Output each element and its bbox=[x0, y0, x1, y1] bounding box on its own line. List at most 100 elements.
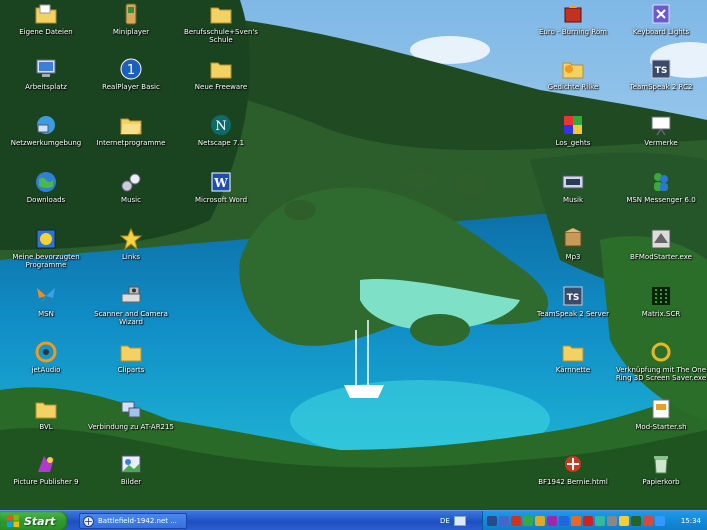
desktop-icon-label: Netzwerkumgebung bbox=[10, 139, 82, 147]
desktop-icon-label: Netscape 7.1 bbox=[197, 139, 245, 147]
tray-icon[interactable] bbox=[643, 516, 653, 526]
desktop-icon-gedichte-rilke[interactable]: Gedichte Rilke bbox=[527, 57, 619, 91]
desktop-icon-scanner-camera-wizard[interactable]: Scanner and Camera Wizard bbox=[85, 284, 177, 326]
tray-icon[interactable] bbox=[631, 516, 641, 526]
desktop-icon-netscape[interactable]: N Netscape 7.1 bbox=[175, 113, 267, 147]
desktop-icon-keyboard-lights[interactable]: Keyboard Lights bbox=[615, 2, 707, 36]
desktop-icon-label: Downloads bbox=[26, 196, 66, 204]
favorites-icon bbox=[34, 227, 58, 251]
desktop-icon-kaernnette[interactable]: Kärnnette bbox=[527, 340, 619, 374]
desktop-icon-cliparts[interactable]: Cliparts bbox=[85, 340, 177, 374]
tray-icon[interactable] bbox=[595, 516, 605, 526]
desktop-icon-realplayer[interactable]: 1 RealPlayer Basic bbox=[85, 57, 177, 91]
desktop-icon-vermerke[interactable]: Vermerke bbox=[615, 113, 707, 147]
bfmodstarter-icon bbox=[649, 227, 673, 251]
tray-icon[interactable] bbox=[523, 516, 533, 526]
desktop-icon-label: BF1942 Bernie.html bbox=[538, 478, 608, 486]
desktop-icon-burning-rom[interactable]: Euro - Burning Rom bbox=[527, 2, 619, 36]
desktop-icon-label: TeamSpeak 2 RC2 bbox=[629, 83, 693, 91]
desktop-icon-teamspeak-server[interactable]: TS TeamSpeak 2 Server bbox=[527, 284, 619, 318]
desktop-icon-downloads[interactable]: Downloads bbox=[0, 170, 92, 204]
desktop-icon-picture-publisher[interactable]: Picture Publisher 9 bbox=[0, 452, 92, 486]
desktop-icon-miniplayer[interactable]: Miniplayer bbox=[85, 2, 177, 36]
tray-icon[interactable] bbox=[535, 516, 545, 526]
desktop-icon-mp3[interactable]: Mp3 bbox=[527, 227, 619, 261]
desktop-icon-label: RealPlayer Basic bbox=[102, 83, 160, 91]
desktop-icon-label: Gedichte Rilke bbox=[547, 83, 599, 91]
desktop-icon-bfmodstarter[interactable]: BFModStarter.exe bbox=[615, 227, 707, 261]
desktop-icon-msn-messenger[interactable]: MSN Messenger 6.0 bbox=[615, 170, 707, 204]
language-bar[interactable]: DE bbox=[440, 515, 466, 527]
desktop-icon-neue-freeware[interactable]: Neue Freeware bbox=[175, 57, 267, 91]
desktop-icon-musik[interactable]: Musik bbox=[527, 170, 619, 204]
start-button[interactable]: Start bbox=[0, 511, 68, 530]
folder-documents-icon bbox=[34, 2, 58, 26]
tray-icon[interactable] bbox=[499, 516, 509, 526]
star-icon bbox=[119, 227, 143, 251]
recycle-bin-icon bbox=[649, 452, 673, 476]
desktop-icon-label: Picture Publisher 9 bbox=[13, 478, 79, 486]
desktop-icon-one-ring-screensaver[interactable]: Verknüpfung mit The One Ring 3D Screen S… bbox=[615, 340, 707, 382]
word-icon: W bbox=[209, 170, 233, 194]
desktop-icon-label: Neue Freeware bbox=[194, 83, 248, 91]
desktop-icon-label: Verbindung zu AT-AR215 bbox=[88, 423, 174, 431]
desktop-icon-microsoft-word[interactable]: W Microsoft Word bbox=[175, 170, 267, 204]
miniplayer-icon bbox=[119, 2, 143, 26]
browser-icon bbox=[83, 515, 94, 527]
desktop-icon-label: MSN bbox=[38, 310, 54, 318]
desktop-icon-internetprogramme[interactable]: Internetprogramme bbox=[85, 113, 177, 147]
svg-text:W: W bbox=[213, 176, 228, 190]
desktop-icon-jetaudio[interactable]: jetAudio bbox=[0, 340, 92, 374]
taskbar-clock[interactable]: 15:34 bbox=[681, 517, 701, 525]
desktop-icon-label: Miniplayer bbox=[112, 28, 150, 36]
desktop-icon-eigene-dateien[interactable]: Eigene Dateien bbox=[0, 2, 92, 36]
desktop-icon-papierkorb[interactable]: Papierkorb bbox=[615, 452, 707, 486]
desktop-icon-bf1942-bernie[interactable]: BF1942 Bernie.html bbox=[527, 452, 619, 486]
desktop-icon-label: Berufsschule+Sven's Schule bbox=[184, 28, 258, 44]
desktop-icon-netzwerkumgebung[interactable]: Netzwerkumgebung bbox=[0, 113, 92, 147]
desktop-icon-berufsschule[interactable]: Berufsschule+Sven's Schule bbox=[175, 2, 267, 44]
desktop-icon-matrix-scr[interactable]: Matrix.SCR bbox=[615, 284, 707, 318]
desktop-icon-bvl[interactable]: BVL bbox=[0, 397, 92, 431]
desktop-icon-meine-bevorzugten-programme[interactable]: Meine bevorzugten Programme bbox=[0, 227, 92, 269]
keyboard-icon[interactable] bbox=[453, 516, 466, 526]
desktop-icon-label: Euro - Burning Rom bbox=[539, 28, 607, 36]
desktop-icon-arbeitsplatz[interactable]: Arbeitsplatz bbox=[0, 57, 92, 91]
desktop-icon-label: Scanner and Camera Wizard bbox=[94, 310, 168, 326]
tray-icon[interactable] bbox=[571, 516, 581, 526]
desktop-icon-label: Links bbox=[122, 253, 140, 261]
desktop-icon-msn[interactable]: MSN bbox=[0, 284, 92, 318]
desktop-icon-label: Meine bevorzugten Programme bbox=[12, 253, 80, 269]
folder-icon bbox=[561, 340, 585, 364]
matrix-icon bbox=[649, 284, 673, 308]
desktop-icon-los-gehts[interactable]: Los_gehts bbox=[527, 113, 619, 147]
desktop-icon-music[interactable]: Music bbox=[85, 170, 177, 204]
tray-icon[interactable] bbox=[487, 516, 497, 526]
desktop-icon-label: Microsoft Word bbox=[194, 196, 248, 204]
start-label: Start bbox=[24, 514, 56, 528]
desktop-icon-label: Eigene Dateien bbox=[19, 28, 73, 36]
tray-icon[interactable] bbox=[607, 516, 617, 526]
msn-butterfly-icon bbox=[34, 284, 58, 308]
tray-icon[interactable] bbox=[511, 516, 521, 526]
mp3-icon bbox=[561, 227, 585, 251]
netscape-icon: N bbox=[209, 113, 233, 137]
language-indicator[interactable]: DE bbox=[440, 515, 450, 527]
desktop-icon-teamspeak[interactable]: TS TeamSpeak 2 RC2 bbox=[615, 57, 707, 91]
desktop-icon-label: Musik bbox=[562, 196, 584, 204]
taskbar-button-battlefield[interactable]: Battlefield-1942.net ... bbox=[79, 513, 187, 529]
desktop-icon-label: jetAudio bbox=[31, 366, 61, 374]
tray-icon[interactable] bbox=[547, 516, 557, 526]
desktop-icon-label: Cliparts bbox=[117, 366, 145, 374]
bf1942-icon bbox=[561, 452, 585, 476]
desktop-icon-links[interactable]: Links bbox=[85, 227, 177, 261]
desktop-icon-label: Arbeitsplatz bbox=[25, 83, 67, 91]
desktop-icon-verbindung[interactable]: Verbindung zu AT-AR215 bbox=[85, 397, 177, 431]
tray-icon[interactable] bbox=[619, 516, 629, 526]
tray-icon[interactable] bbox=[559, 516, 569, 526]
picture-publisher-icon bbox=[34, 452, 58, 476]
desktop-icon-bilder[interactable]: Bilder bbox=[85, 452, 177, 486]
tray-icon[interactable] bbox=[655, 516, 665, 526]
desktop-icon-mod-starter[interactable]: Mod-Starter.sh bbox=[615, 397, 707, 431]
tray-icon[interactable] bbox=[583, 516, 593, 526]
